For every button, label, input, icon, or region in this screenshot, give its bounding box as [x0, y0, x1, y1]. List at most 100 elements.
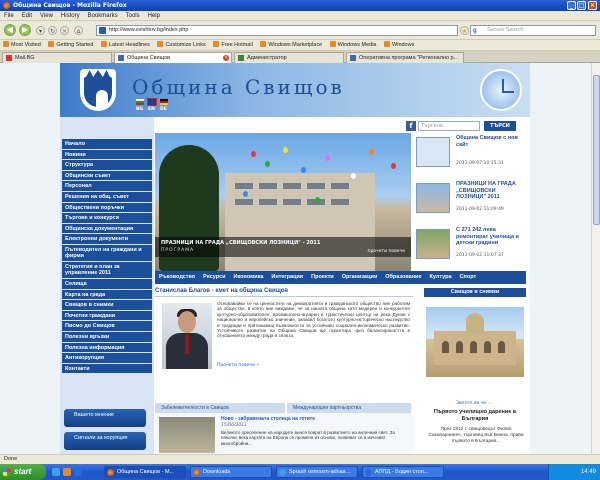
back-icon[interactable]: ◀ [4, 24, 16, 36]
scrollbar-thumb[interactable] [593, 75, 600, 225]
topic-organizacii[interactable]: Организации [338, 271, 382, 284]
news-item[interactable]: ПРАЗНИЦИ НА ГРАДА „СВИЩОВСКИ ЛОЗНИЦИ" 20… [416, 179, 526, 219]
vertical-scrollbar[interactable] [591, 63, 600, 454]
flag-de-icon[interactable] [160, 99, 168, 105]
language-de[interactable]: DE [160, 107, 167, 112]
flag-en-icon[interactable] [147, 98, 157, 106]
forward-icon[interactable]: ▶ [19, 24, 31, 36]
tab-mailbg[interactable]: Mail.BG [2, 52, 112, 63]
sidebar-item-4[interactable]: Общински съвет [62, 170, 152, 182]
maximize-button[interactable]: □ [577, 1, 586, 10]
stop-icon[interactable]: × [60, 26, 69, 35]
sidebar-item-19[interactable]: Полезна информация [62, 342, 152, 354]
bookmark-item[interactable]: Windows [381, 40, 417, 50]
sidebar-item-18[interactable]: Полезни връзки [62, 331, 152, 343]
bookmark-star-icon[interactable]: ★ [460, 26, 469, 35]
tab-obshtina-svishtov[interactable]: Община Свищов × [114, 52, 232, 63]
reload-icon[interactable]: ↻ [48, 26, 57, 35]
coat-of-arms-logo[interactable] [80, 69, 116, 111]
menu-file[interactable]: File [0, 13, 18, 19]
pictures-image[interactable] [426, 307, 524, 377]
sidebar-item-5[interactable]: Персонал [62, 181, 152, 192]
sidebar-item-15[interactable]: Свищов в снимки [62, 300, 152, 311]
bookmark-item[interactable]: Most Visited [0, 40, 44, 50]
sight-title[interactable]: Ново - забравената столица на готите [221, 416, 315, 422]
language-en[interactable]: EN [148, 107, 155, 112]
news-title[interactable]: С 271 242 лева ремонтират училища и детс… [456, 227, 526, 247]
bookmark-item[interactable]: Latest Headlines [98, 40, 153, 50]
topic-sport[interactable]: Спорт [456, 271, 481, 284]
menu-tools[interactable]: Tools [122, 13, 144, 19]
corruption-report-button[interactable]: Сигнали за корупция [64, 432, 146, 450]
start-button[interactable]: start [0, 464, 46, 480]
sidebar-item-2[interactable]: Новини [62, 149, 152, 161]
taskbar-window[interactable]: Sprash osmosm-adnas... [276, 466, 358, 478]
bookmark-item[interactable]: Customize Links [154, 40, 208, 50]
taskbar-window[interactable]: АППД - Бодин стоп... [362, 466, 444, 478]
sidebar-item-16[interactable]: Почетни граждани [62, 310, 152, 322]
quicklaunch-desktop-icon[interactable] [52, 468, 60, 476]
facebook-icon[interactable]: f [406, 121, 416, 131]
news-title[interactable]: ПРАЗНИЦИ НА ГРАДА „СВИЩОВСКИ ЛОЗНИЦИ" 20… [456, 181, 526, 201]
topic-ikonomika[interactable]: Икономика [230, 271, 268, 284]
sidebar-item-7[interactable]: Обществени поръчки [62, 202, 152, 214]
quicklaunch-firefox-icon[interactable] [63, 468, 71, 476]
topic-proekti[interactable]: Проекти [307, 271, 338, 284]
sidebar-item-1[interactable]: Начало [62, 139, 152, 150]
sidebar-item-10[interactable]: Електронни документи [62, 234, 152, 245]
quicklaunch-ie-icon[interactable] [74, 468, 82, 476]
tab-administrator[interactable]: Администратор [234, 52, 344, 63]
dropdown-icon[interactable]: ▾ [36, 26, 45, 35]
sidebar-item-21[interactable]: Контакти [62, 363, 152, 375]
language-bg[interactable]: BG [136, 107, 143, 112]
bookmark-item[interactable]: Free Hotmail [210, 40, 255, 50]
tab-operativna-programa[interactable]: Оперативна програма "Регионално р... [346, 52, 464, 63]
clock-time[interactable]: 14:49 [581, 469, 596, 475]
menu-view[interactable]: View [36, 13, 57, 19]
minimize-button[interactable]: _ [567, 1, 576, 10]
home-icon[interactable]: ⌂ [74, 26, 83, 35]
close-tab-icon[interactable]: × [223, 55, 229, 61]
search-box[interactable]: g Secure Search [470, 25, 596, 36]
sidebar-item-8[interactable]: Търгове и конкурси [62, 213, 152, 224]
taskbar-downloads-window[interactable]: Downloads [190, 466, 272, 478]
news-item[interactable]: Община Свищов с нов сайт 2011-09-07 10:1… [416, 133, 526, 173]
hero-slideshow[interactable]: ПРАЗНИЦИ НА ГРАДА „СВИЩОВСКИ ЛОЗНИЦИ" - … [155, 133, 411, 271]
bookmark-item[interactable]: Getting Started [45, 40, 96, 50]
topic-kultura[interactable]: Култура [426, 271, 456, 284]
topic-obrazovanie[interactable]: Образование [381, 271, 425, 284]
close-window-button[interactable]: × [588, 1, 597, 10]
topic-rakovodstvo[interactable]: Ръководство [155, 271, 199, 284]
topic-resursi[interactable]: Ресурси [199, 271, 229, 284]
menu-history[interactable]: History [57, 13, 84, 19]
bookmark-item[interactable]: Windows Media [327, 40, 380, 50]
news-title[interactable]: Община Свищов с нов сайт [456, 135, 526, 148]
sidebar-item-11[interactable]: Пътеводител на граждани и фирми [62, 244, 152, 262]
taskbar-firefox-window[interactable]: Община Свищов - M... [104, 466, 186, 478]
flag-bg-icon[interactable] [136, 99, 144, 105]
pictures-link[interactable]: Звезте ли че ... [456, 401, 492, 406]
bookmark-item[interactable]: Windows Marketplace [257, 40, 325, 50]
sidebar-item-12[interactable]: Стратегия и план за управление 2011 [62, 261, 152, 279]
news-item[interactable]: С 271 242 лева ремонтират училища и детс… [416, 225, 526, 265]
sidebar-item-17[interactable]: Писмо до Свищов [62, 321, 152, 332]
menu-help[interactable]: Help [144, 13, 164, 19]
sidebar-item-20[interactable]: Антикорупция [62, 353, 152, 364]
your-opinion-button[interactable]: Вашето мнение [64, 409, 146, 427]
sidebar-item-6[interactable]: Решения на общ. съвет [62, 191, 152, 203]
sidebar-item-9[interactable]: Общинска документация [62, 223, 152, 235]
mayor-read-more-link[interactable]: Прочети повече » [217, 363, 259, 368]
featured-fact-title[interactable]: Първото училищно дарение в България [424, 409, 526, 422]
sidebar-item-13[interactable]: Селища [62, 278, 152, 290]
search-engine-icon[interactable]: g [473, 27, 477, 36]
hero-read-more-link[interactable]: прочети повече [368, 249, 406, 254]
address-bar[interactable]: http://www.svishtov.bg/index.php [96, 25, 458, 36]
topic-integraciya[interactable]: Интеграция [267, 271, 307, 284]
menu-bookmarks[interactable]: Bookmarks [84, 13, 122, 19]
tab-partnerships[interactable]: Международни партньорства [287, 403, 411, 413]
site-search-button[interactable]: ТЪРСИ [484, 121, 516, 131]
menu-edit[interactable]: Edit [18, 13, 36, 19]
tab-sights[interactable]: Забележителности в Свищов [155, 403, 285, 413]
sidebar-item-3[interactable]: Структура [62, 160, 152, 171]
site-search-input[interactable]: Търсене... [418, 121, 480, 131]
